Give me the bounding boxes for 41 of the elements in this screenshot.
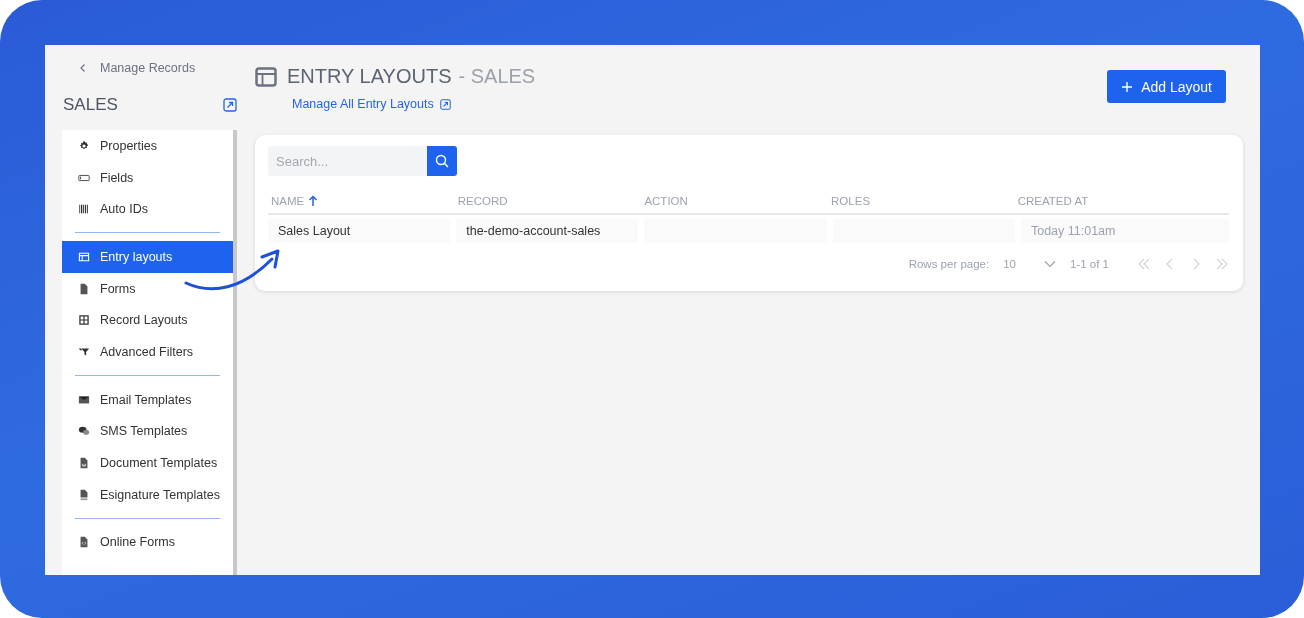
barcode-icon [78,203,90,216]
layout-icon [255,66,277,87]
gear-icon [78,139,90,152]
sidebar-item[interactable]: Online Forms [62,526,233,559]
search-icon[interactable] [434,153,450,169]
pdf-icon [78,488,90,501]
rows-per-page-label: Rows per page: [908,258,990,270]
table-cell: Sales Layout [268,219,451,243]
manage-link[interactable]: Manage All Entry Layouts [292,97,536,111]
sidebar-item[interactable]: SMS Templates [62,415,233,448]
chat-icon [78,425,90,438]
sidebar-item[interactable]: Esignature Templates [62,478,233,511]
section-title: SALES [63,95,118,115]
sidebar-item[interactable]: Entry layouts [62,241,233,273]
page-subtitle: - SALES [458,65,536,88]
layout-icon [78,250,90,263]
sidebar-item[interactable]: Properties [62,130,233,162]
external-link-icon[interactable] [439,98,451,110]
page-range: 1-1 of 1 [1070,258,1109,270]
sidebar-item[interactable]: Document Templates [62,447,233,479]
add-layout-button[interactable]: Add Layout [1107,70,1226,103]
table-cell: Today 11:01am [1020,219,1229,243]
back-link[interactable]: Manage Records [62,61,240,75]
sidebar-item[interactable]: Auto IDs [62,193,233,226]
code-icon [78,536,90,549]
external-link-icon[interactable] [223,98,237,112]
doc-icon [78,282,90,295]
sidebar-item[interactable]: Forms [62,272,233,305]
word-icon [78,457,90,470]
page-title: ENTRY LAYOUTS [287,65,452,88]
back-icon[interactable] [78,63,88,73]
table-cell: the-demo-account-sales [456,219,639,243]
sidebar-item[interactable]: Record Layouts [62,304,233,337]
search-button[interactable] [427,146,457,176]
sidebar-item[interactable]: Fields [62,161,233,194]
sidebar-item[interactable]: Email Templates [62,383,233,416]
search-field[interactable]: Search... [268,146,427,176]
sidebar-item[interactable]: Advanced Filters [62,336,233,368]
up-arrow-icon[interactable] [308,194,319,207]
plus-icon[interactable] [1121,80,1134,93]
grid-icon [78,314,90,327]
